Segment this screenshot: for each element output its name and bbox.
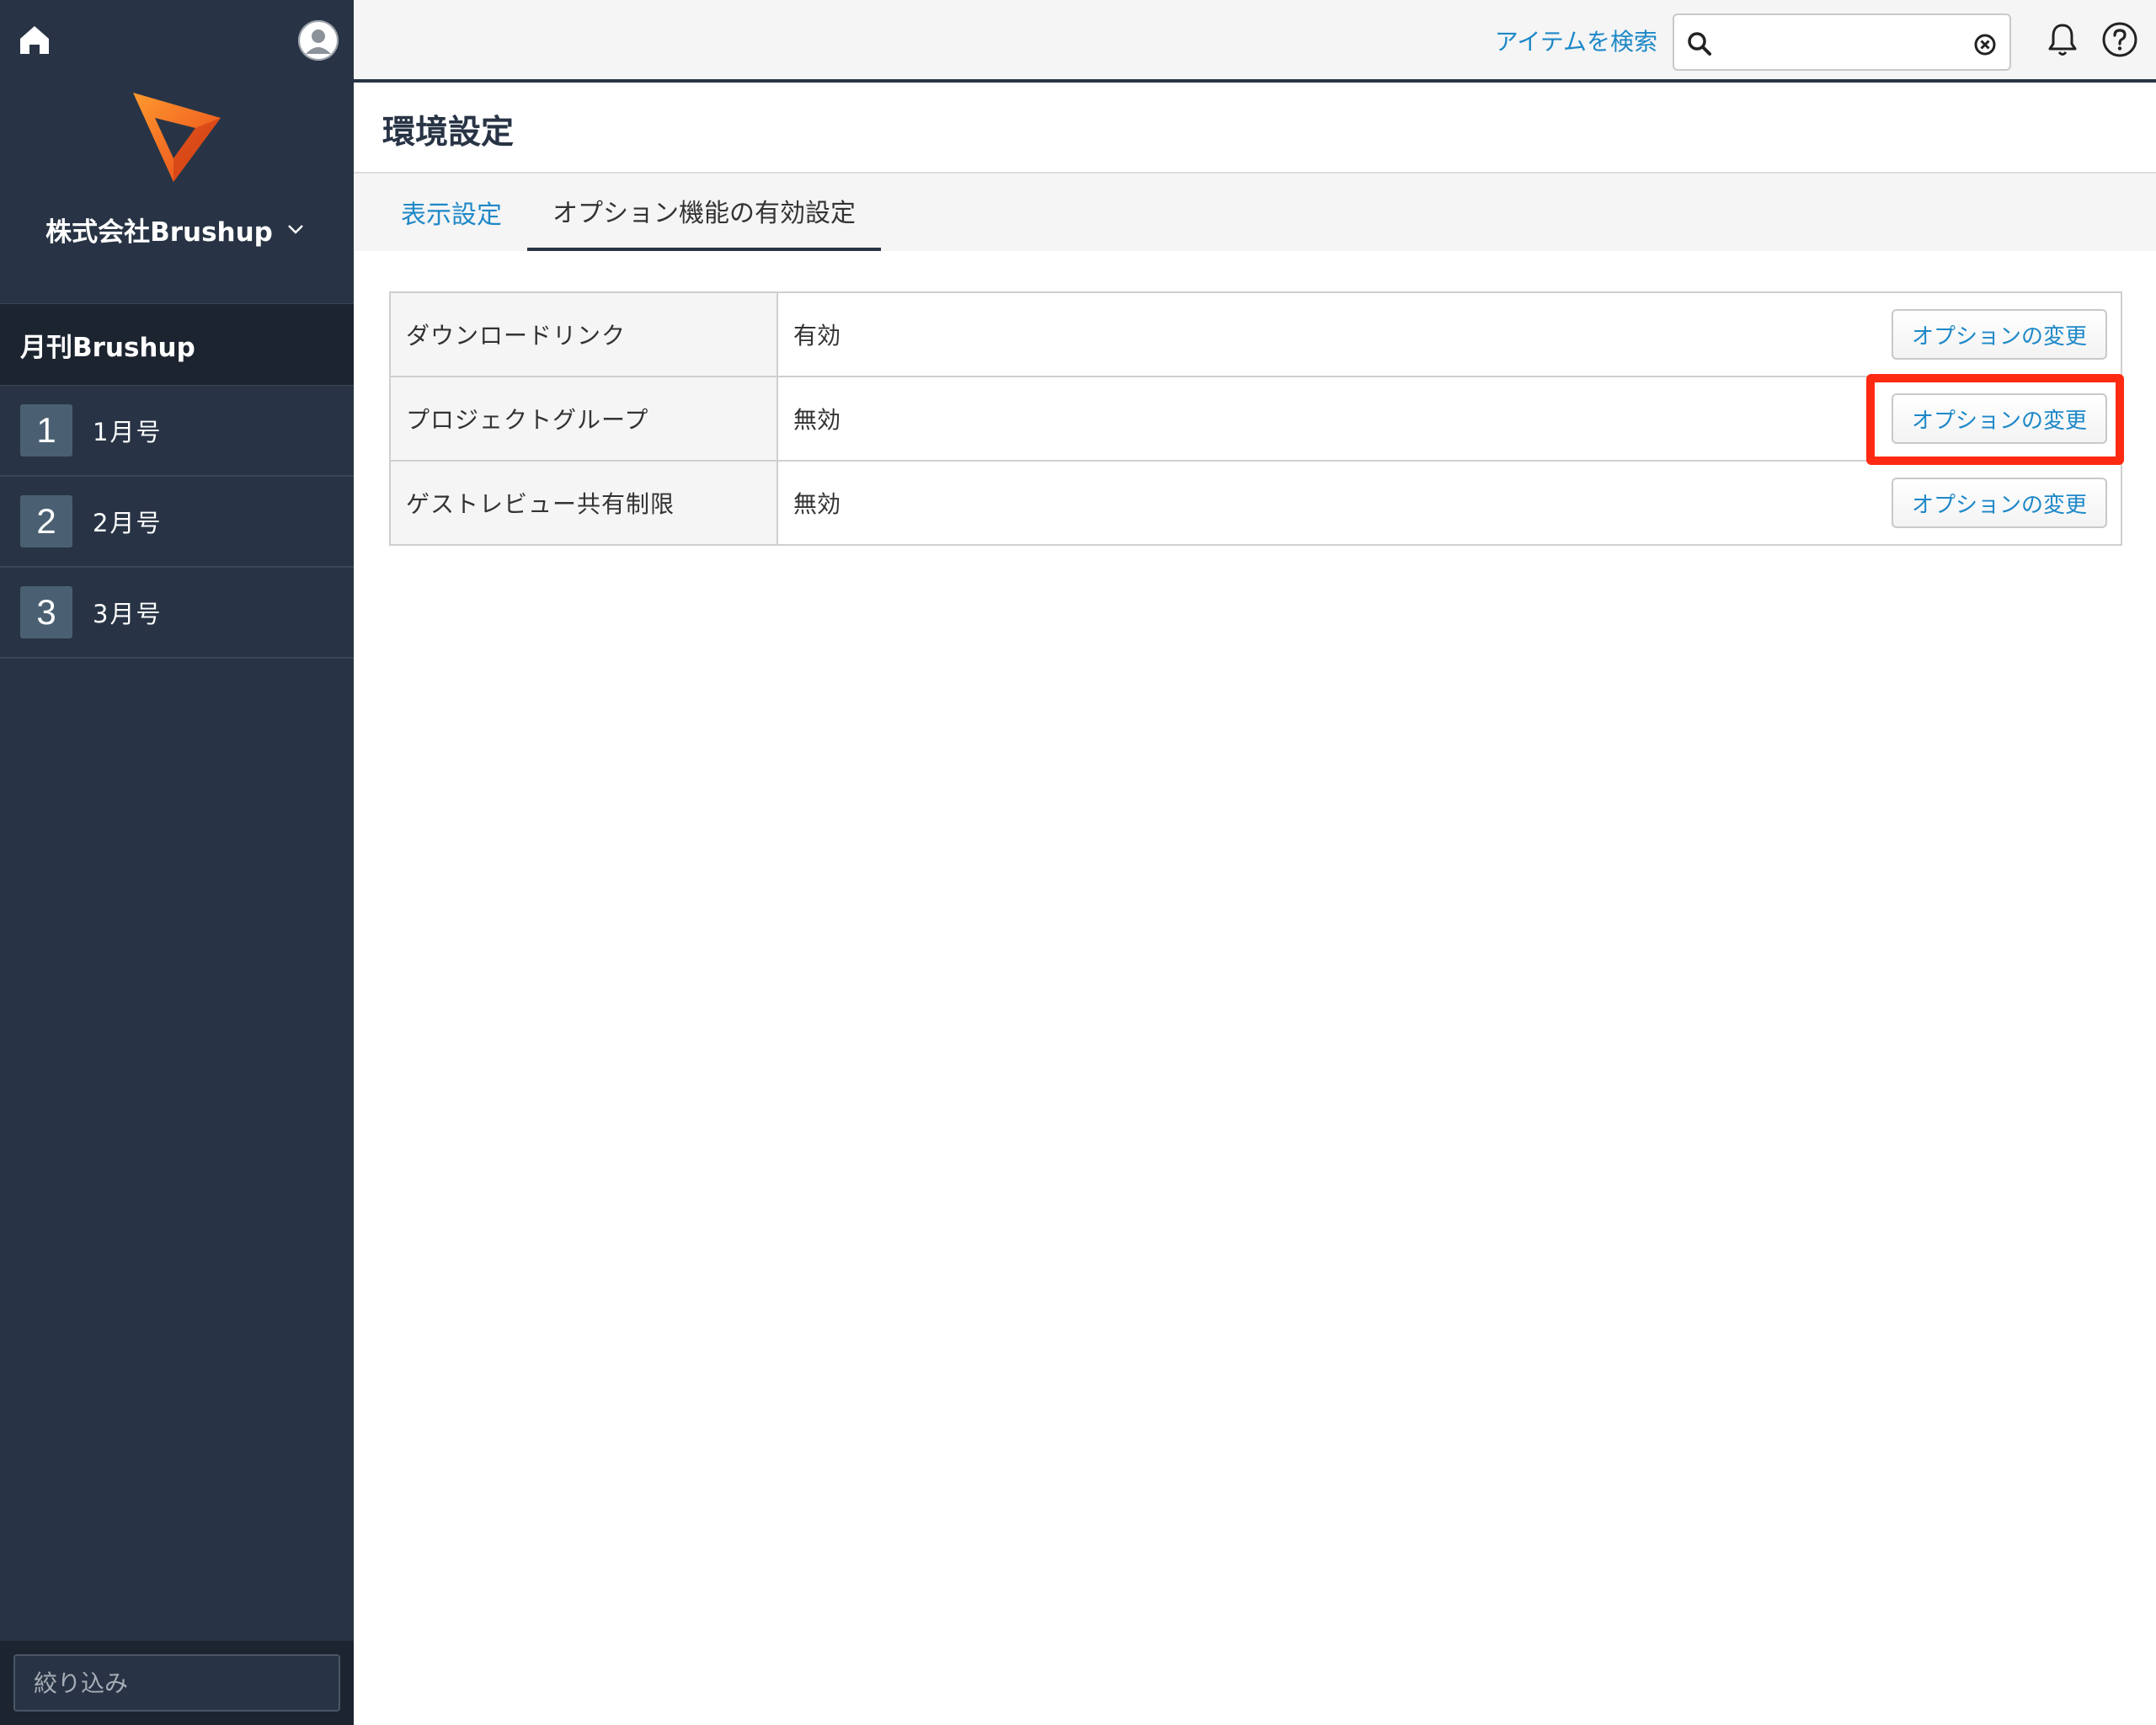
- item-number-badge: 3: [20, 586, 72, 638]
- sidebar: 株式会社Brushup 月刊Brushup 1 1月号 2 2月号 3 3月号: [0, 0, 354, 1725]
- tab-option-features[interactable]: オプション機能の有効設定: [527, 174, 881, 251]
- option-name: ゲストレビュー共有制限: [391, 462, 778, 544]
- table-row: ダウンロードリンク 有効 オプションの変更: [391, 293, 2121, 377]
- option-status: 無効: [793, 406, 841, 434]
- top-bar: アイテムを検索: [354, 0, 2156, 83]
- filter-input[interactable]: [13, 1654, 340, 1712]
- change-option-button[interactable]: オプションの変更: [1892, 393, 2107, 444]
- table-row: ゲストレビュー共有制限 無効 オプションの変更: [391, 462, 2121, 546]
- sidebar-item-mar[interactable]: 3 3月号: [0, 568, 354, 659]
- change-option-button[interactable]: オプションの変更: [1892, 309, 2107, 360]
- item-search-link[interactable]: アイテムを検索: [1495, 24, 1657, 57]
- tab-bar: 表示設定 オプション機能の有効設定: [354, 174, 2156, 251]
- sidebar-item-label: 1月号: [93, 418, 163, 446]
- option-name: プロジェクトグループ: [391, 377, 778, 460]
- option-action-cell: オプションの変更: [1868, 377, 2121, 460]
- section-title-label: 月刊Brushup: [20, 332, 195, 363]
- table-row: プロジェクトグループ 無効 オプションの変更: [391, 377, 2121, 462]
- company-switcher[interactable]: 株式会社Brushup: [0, 206, 354, 253]
- company-name: 株式会社Brushup: [45, 216, 273, 248]
- brushup-logo: [126, 88, 227, 189]
- option-status: 無効: [793, 490, 841, 518]
- clear-icon[interactable]: [1972, 32, 1998, 57]
- bell-icon[interactable]: [2043, 20, 2082, 59]
- sidebar-item-label: 2月号: [93, 509, 163, 537]
- help-icon[interactable]: [2100, 20, 2139, 59]
- option-name: ダウンロードリンク: [391, 293, 778, 376]
- page-title: 環境設定: [382, 114, 515, 152]
- options-table: ダウンロードリンク 有効 オプションの変更 プロジェクトグループ 無効 オプショ…: [389, 291, 2122, 546]
- search-icon: [1688, 32, 1711, 56]
- sidebar-filter-area: [0, 1641, 354, 1725]
- option-action-cell: オプションの変更: [1868, 293, 2121, 376]
- sidebar-section-title[interactable]: 月刊Brushup: [0, 303, 354, 386]
- sidebar-list: 1 1月号 2 2月号 3 3月号: [0, 386, 354, 659]
- tab-display-settings[interactable]: 表示設定: [401, 174, 502, 251]
- chevron-down-icon: [288, 225, 303, 234]
- search-input[interactable]: [1721, 24, 1966, 62]
- sidebar-item-feb[interactable]: 2 2月号: [0, 477, 354, 568]
- option-status: 有効: [793, 322, 841, 350]
- sidebar-item-jan[interactable]: 1 1月号: [0, 386, 354, 477]
- search-box[interactable]: [1673, 13, 2011, 71]
- sidebar-item-label: 3月号: [93, 600, 163, 628]
- home-icon[interactable]: [15, 20, 54, 59]
- change-option-button[interactable]: オプションの変更: [1892, 478, 2107, 528]
- item-number-badge: 2: [20, 495, 72, 547]
- option-action-cell: オプションの変更: [1868, 462, 2121, 544]
- avatar-icon[interactable]: [298, 20, 339, 61]
- item-number-badge: 1: [20, 404, 72, 457]
